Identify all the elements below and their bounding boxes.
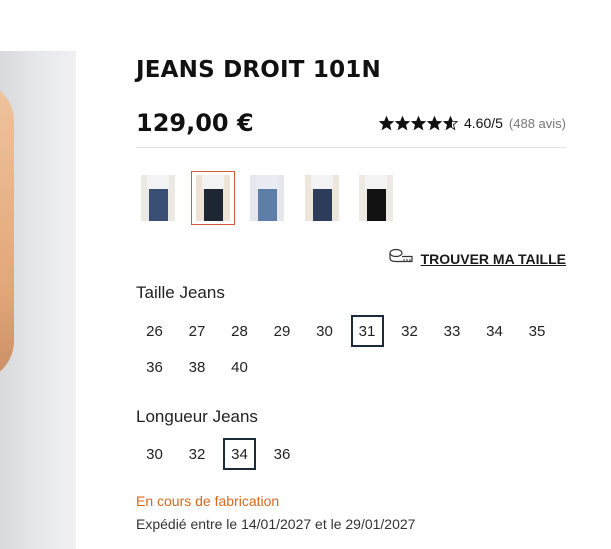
product-title: JEANS DROIT 101N bbox=[136, 57, 381, 83]
product-main-photo bbox=[0, 51, 76, 549]
length-size-option[interactable]: 30 bbox=[138, 438, 171, 470]
color-thumbnail[interactable] bbox=[136, 171, 180, 225]
thumbnail-image bbox=[250, 175, 284, 221]
star-icon bbox=[442, 115, 458, 130]
thumbnail-image bbox=[141, 175, 175, 221]
find-my-size-label: TROUVER MA TAILLE bbox=[420, 250, 566, 267]
color-thumbnail[interactable] bbox=[300, 171, 344, 225]
waist-size-option[interactable]: 26 bbox=[138, 315, 171, 347]
length-size-option[interactable]: 32 bbox=[181, 438, 214, 470]
thumbnail-image bbox=[359, 175, 393, 221]
length-size-options: 30 32 34 36 bbox=[138, 438, 568, 474]
waist-size-title: Taille Jeans bbox=[136, 283, 225, 302]
measuring-tape-icon bbox=[388, 248, 413, 269]
star-icon bbox=[426, 115, 442, 130]
waist-size-option[interactable]: 29 bbox=[266, 315, 299, 347]
waist-size-option[interactable]: 31 bbox=[350, 315, 384, 347]
divider bbox=[136, 147, 566, 148]
waist-size-option[interactable]: 27 bbox=[181, 315, 214, 347]
waist-size-options: 26 27 28 29 30 31 32 33 34 35 36 38 40 bbox=[138, 315, 568, 387]
waist-size-option[interactable]: 32 bbox=[393, 315, 426, 347]
length-size-option[interactable]: 34 bbox=[223, 438, 256, 470]
waist-size-option[interactable]: 35 bbox=[521, 315, 554, 347]
waist-size-option[interactable]: 30 bbox=[308, 315, 341, 347]
rating-score: 4.60/5 bbox=[463, 115, 503, 131]
availability-status: En cours de fabrication bbox=[136, 493, 280, 509]
waist-size-option[interactable]: 38 bbox=[181, 351, 214, 383]
rating-stars bbox=[378, 115, 458, 131]
color-thumbnail[interactable] bbox=[354, 171, 398, 225]
thumbnail-image bbox=[304, 175, 339, 221]
waist-size-option[interactable]: 34 bbox=[478, 315, 511, 347]
product-price: 129,00 € bbox=[136, 109, 254, 137]
find-my-size-link[interactable]: TROUVER MA TAILLE bbox=[388, 248, 566, 269]
thumbnail-image bbox=[195, 175, 230, 221]
color-thumbnail[interactable] bbox=[245, 171, 289, 225]
color-variant-thumbnails bbox=[136, 171, 409, 225]
waist-size-option[interactable]: 36 bbox=[138, 351, 171, 383]
length-size-option[interactable]: 36 bbox=[266, 438, 299, 470]
color-thumbnail[interactable] bbox=[190, 171, 235, 225]
waist-size-option[interactable]: 28 bbox=[223, 315, 256, 347]
star-icon bbox=[394, 115, 410, 130]
shipping-estimate: Expédié entre le 14/01/2027 et le 29/01/… bbox=[136, 516, 416, 532]
length-size-title: Longueur Jeans bbox=[136, 407, 258, 426]
star-icon bbox=[410, 115, 426, 130]
model-sleeve bbox=[0, 81, 14, 381]
rating-count[interactable]: (488 avis) bbox=[509, 116, 566, 131]
waist-size-option[interactable]: 40 bbox=[223, 351, 256, 383]
rating-summary[interactable]: 4.60/5 (488 avis) bbox=[378, 115, 566, 131]
star-icon bbox=[378, 115, 394, 130]
waist-size-option[interactable]: 33 bbox=[436, 315, 469, 347]
